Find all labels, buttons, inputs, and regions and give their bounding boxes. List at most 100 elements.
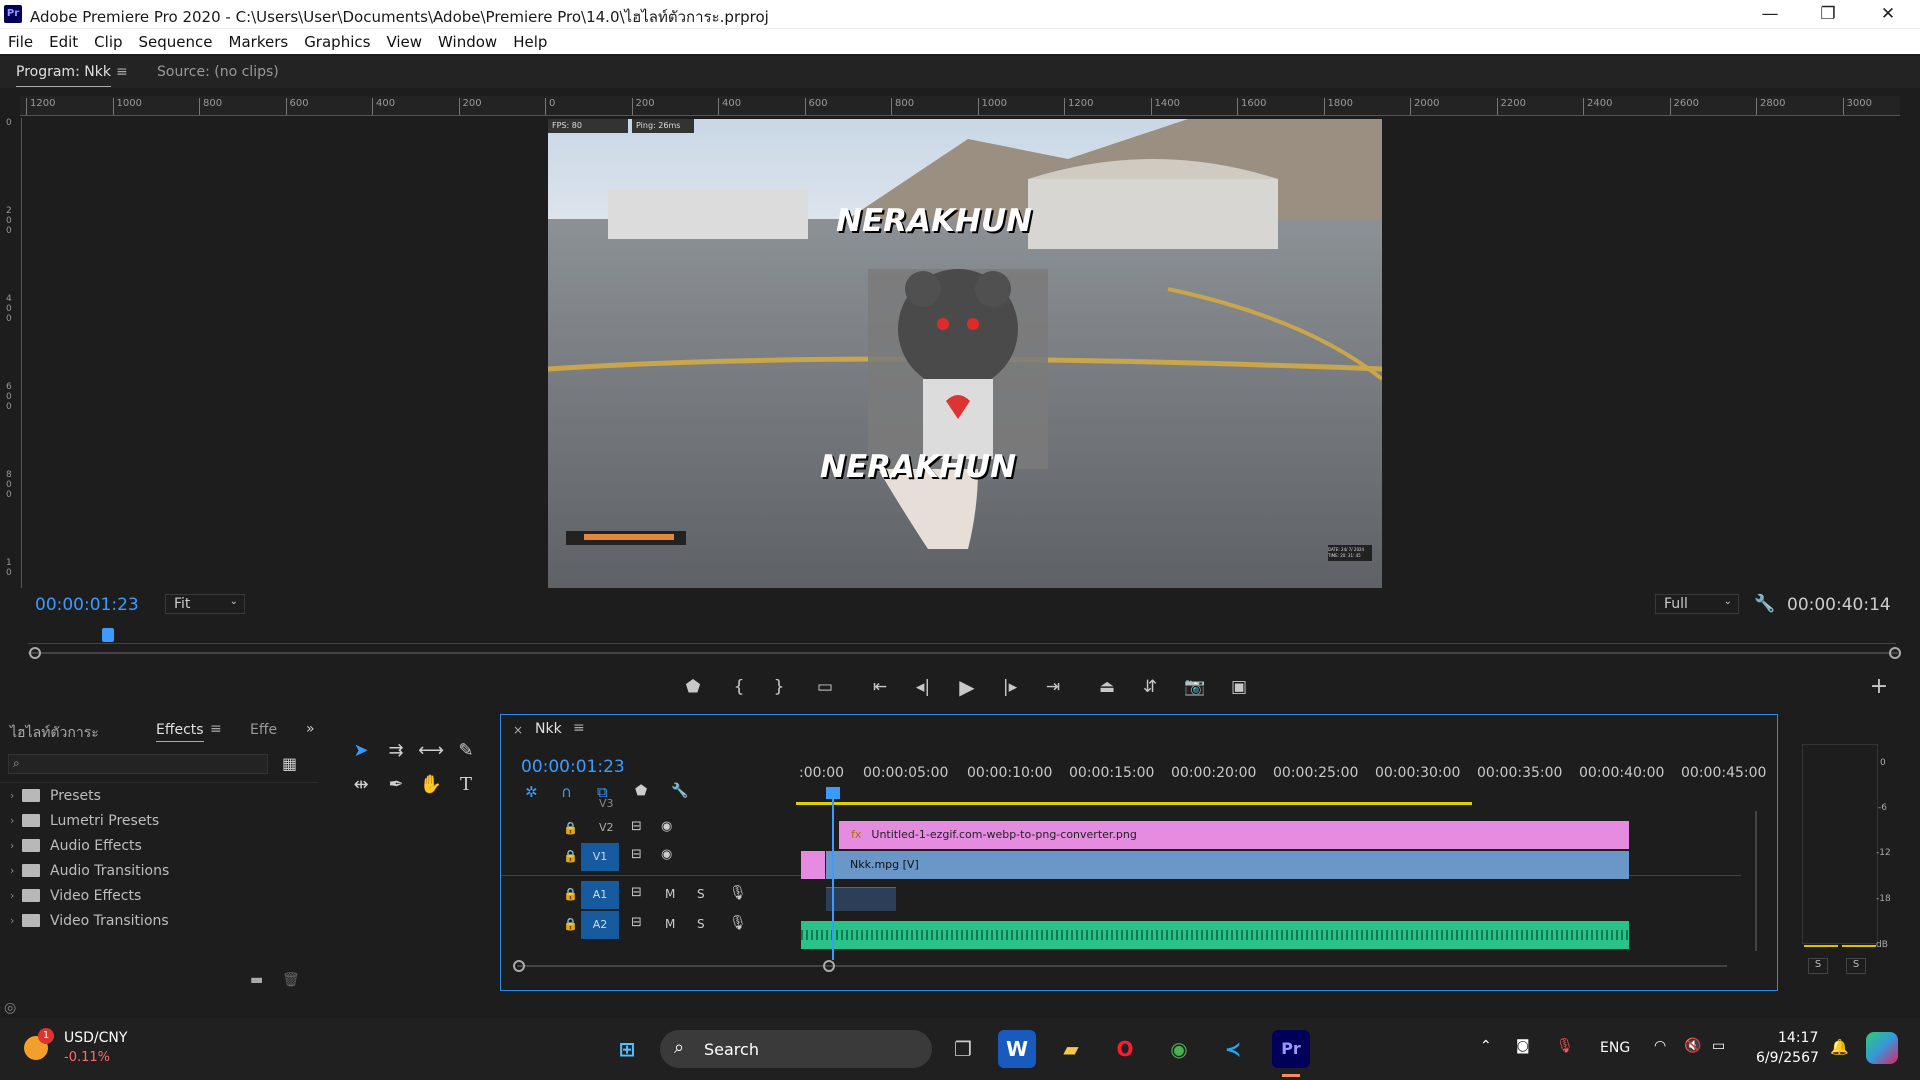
mute-button[interactable]: M — [665, 917, 675, 931]
menu-graphics[interactable]: Graphics — [296, 29, 378, 55]
program-menu-icon[interactable]: ≡ — [116, 64, 128, 80]
word-icon[interactable]: W — [998, 1030, 1036, 1068]
playhead-handle[interactable] — [826, 787, 840, 799]
track-target-a2[interactable]: A2 — [581, 911, 619, 939]
tab-source[interactable]: Source: (no clips) — [157, 64, 279, 80]
render-status-icon[interactable]: ◎ — [4, 1000, 16, 1016]
sync-lock-icon[interactable]: ⊟ — [631, 915, 642, 930]
fit-dropdown[interactable]: Fit ⌄ — [165, 594, 245, 614]
tab-effects[interactable]: Effects — [156, 722, 204, 742]
quality-dropdown[interactable]: Full ⌄ — [1655, 594, 1739, 614]
track-select-tool[interactable]: ⇉ — [381, 736, 411, 766]
track-target-a1[interactable]: A1 — [581, 881, 619, 909]
selection-tool[interactable]: ➤ — [346, 736, 376, 766]
close-button[interactable]: ✕ — [1868, 2, 1908, 26]
solo-button[interactable]: S — [697, 887, 705, 901]
program-video-frame[interactable]: FPS: 80 Ping: 26ms NERAKHUN NERAKHUN NER… — [548, 119, 1382, 588]
program-time-ruler[interactable] — [28, 632, 1896, 644]
camera-icon[interactable]: 📷 — [1180, 672, 1210, 702]
tab-project[interactable]: ไฮไลท์ตัวการะ — [10, 722, 99, 744]
solo-button[interactable]: S — [697, 917, 705, 931]
menu-sequence[interactable]: Sequence — [131, 29, 221, 55]
step-back-button[interactable]: ◂| — [908, 672, 938, 702]
more-panels-icon[interactable]: » — [306, 721, 315, 737]
effects-search-input[interactable]: ⌕ — [8, 754, 268, 774]
timeline-current-time[interactable]: 00:00:01:23 — [521, 757, 625, 777]
clip-v2[interactable]: fx Untitled-1-ezgif.com-webp-to-png-conve… — [839, 821, 1629, 849]
close-icon[interactable]: × — [513, 723, 523, 737]
timeline-menu-icon[interactable]: ≡ — [573, 720, 585, 736]
timeline-playhead[interactable] — [832, 795, 834, 960]
new-bin-icon[interactable]: ▦ — [282, 754, 297, 773]
compare-view-button[interactable]: ▣ — [1224, 672, 1254, 702]
work-area-bar[interactable] — [796, 802, 1472, 805]
clip-v1[interactable]: Nkk.mpg [V] — [826, 851, 1629, 879]
list-item[interactable]: › Presets — [0, 783, 318, 808]
effects-menu-icon[interactable]: ≡ — [210, 721, 222, 737]
new-folder-icon[interactable]: ▬ — [250, 972, 263, 988]
discord-icon[interactable]: ◙ — [1516, 1038, 1530, 1054]
task-view-icon[interactable]: ❐ — [944, 1030, 982, 1068]
eye-icon[interactable]: ◉ — [661, 819, 672, 834]
list-item[interactable]: › Audio Effects — [0, 833, 318, 858]
step-forward-button[interactable]: |▸ — [995, 672, 1025, 702]
mark-in-button[interactable]: { — [724, 672, 754, 702]
eye-icon[interactable]: ◉ — [661, 847, 672, 862]
clip-a2[interactable] — [801, 921, 1629, 949]
clock-date[interactable]: 6/9/2567 — [1756, 1050, 1819, 1066]
windows-start-icon[interactable]: ⊞ — [608, 1030, 646, 1068]
battery-icon[interactable]: ▭ — [1712, 1038, 1725, 1054]
lift-button[interactable]: ⏏ — [1092, 672, 1122, 702]
bell-icon[interactable]: 🔔 — [1830, 1038, 1849, 1056]
lock-icon[interactable]: 🔒 — [563, 821, 578, 835]
menu-help[interactable]: Help — [505, 29, 555, 55]
scroll-handle-right[interactable] — [823, 960, 835, 972]
play-button[interactable]: ▶ — [952, 672, 982, 702]
maximize-button[interactable]: ❐ — [1808, 2, 1848, 26]
delete-icon[interactable]: 🗑 — [282, 972, 300, 988]
lock-icon[interactable]: 🔒 — [563, 849, 578, 863]
mute-button[interactable]: M — [665, 887, 675, 901]
solo-left-button[interactable]: S — [1808, 958, 1828, 974]
zoom-handle-right[interactable] — [1889, 647, 1901, 659]
minimize-button[interactable]: — — [1750, 2, 1790, 26]
go-to-in-button[interactable]: ⇤ — [865, 672, 895, 702]
scroll-handle-left[interactable] — [513, 960, 525, 972]
microphone-icon[interactable]: 🎙 — [729, 915, 747, 931]
lock-icon[interactable]: 🔒 — [563, 887, 578, 901]
slip-tool[interactable]: ⇹ — [346, 770, 376, 800]
clip-v1-pre[interactable] — [801, 851, 825, 879]
menu-window[interactable]: Window — [430, 29, 505, 55]
mark-out-button[interactable]: } — [764, 672, 794, 702]
pen-tool[interactable]: ✒ — [381, 770, 411, 800]
menu-markers[interactable]: Markers — [221, 29, 297, 55]
lock-icon[interactable]: 🔒 — [563, 917, 578, 931]
ripple-edit-tool[interactable]: ⟷ — [416, 736, 446, 766]
widget-title[interactable]: USD/CNY — [64, 1030, 127, 1046]
solo-right-button[interactable]: S — [1846, 958, 1866, 974]
extract-button[interactable]: ⇵ — [1135, 672, 1165, 702]
language-indicator[interactable]: ENG — [1600, 1040, 1630, 1056]
chevron-up-icon[interactable]: ⌃ — [1480, 1038, 1492, 1054]
program-playhead[interactable] — [102, 628, 114, 642]
sync-lock-icon[interactable]: ⊟ — [631, 885, 642, 900]
file-explorer-icon[interactable]: ▰ — [1052, 1030, 1090, 1068]
premiere-taskbar-icon[interactable]: Pr — [1272, 1030, 1310, 1068]
list-item[interactable]: › Audio Transitions — [0, 858, 318, 883]
list-item[interactable]: › Lumetri Presets — [0, 808, 318, 833]
sync-lock-icon[interactable]: ⊟ — [631, 819, 642, 834]
go-to-out-button[interactable]: ⇥ — [1038, 672, 1068, 702]
clip-a1[interactable] — [826, 887, 896, 911]
taskbar-search-box[interactable]: ⌕ Search — [660, 1030, 932, 1068]
vertical-scrollbar[interactable] — [1755, 811, 1757, 951]
menu-view[interactable]: View — [378, 29, 430, 55]
horizontal-zoom-scrollbar[interactable] — [517, 965, 1727, 967]
clock-time[interactable]: 14:17 — [1778, 1030, 1818, 1046]
tab-sequence[interactable]: Nkk — [535, 721, 562, 737]
zoom-scrollbar[interactable] — [28, 652, 1898, 654]
track-target-v1[interactable]: V1 — [581, 843, 619, 871]
type-tool[interactable]: T — [451, 770, 481, 800]
microphone-icon[interactable]: 🎙 — [1556, 1038, 1574, 1054]
microphone-icon[interactable]: 🎙 — [729, 885, 747, 901]
razor-tool[interactable]: ✎ — [451, 736, 481, 766]
